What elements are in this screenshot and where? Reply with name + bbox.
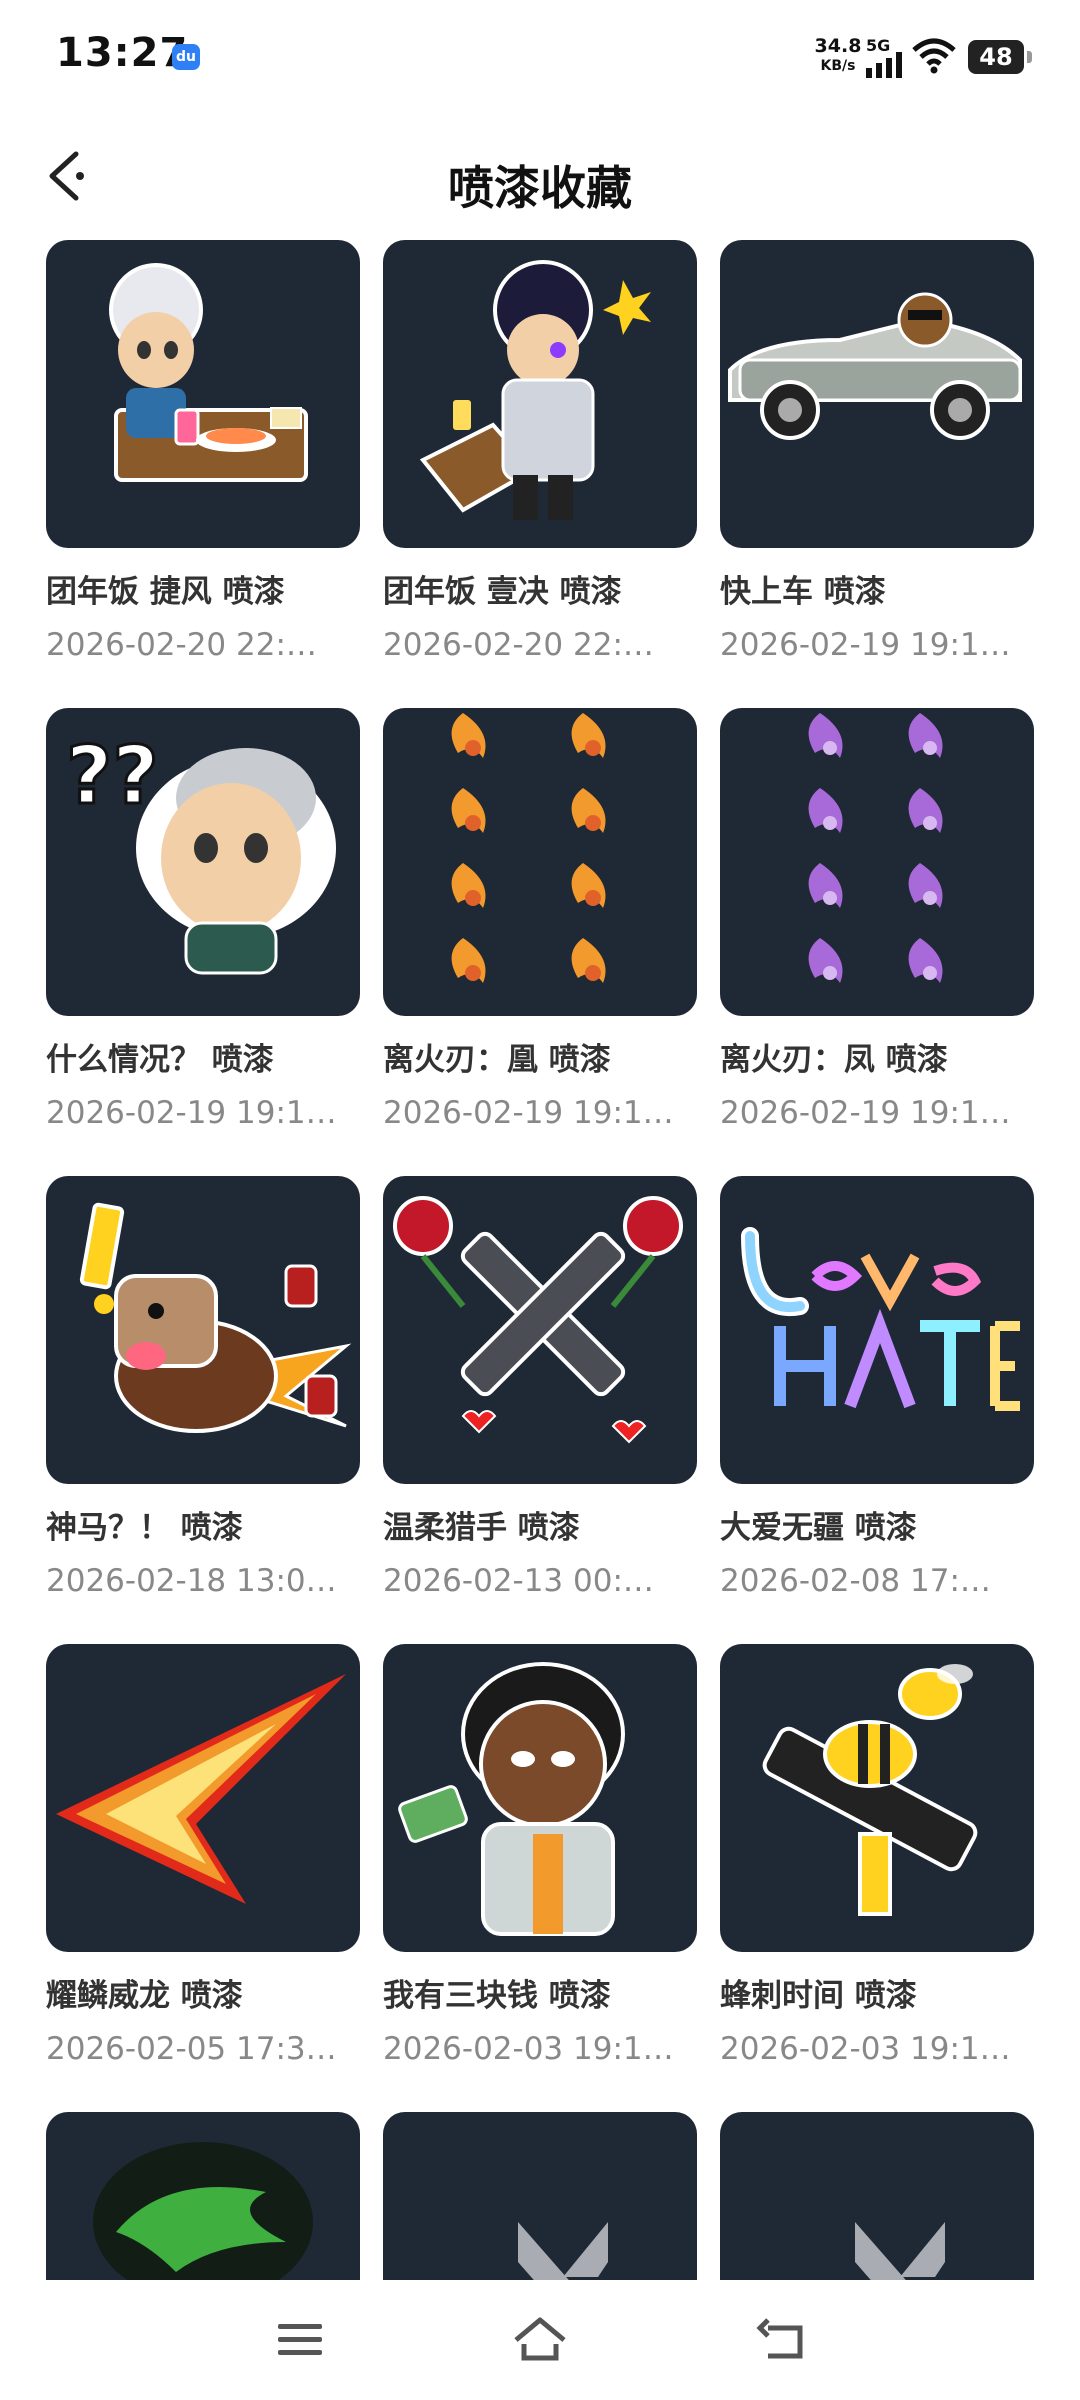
green-dragon-image — [93, 2142, 313, 2280]
spray-card[interactable]: 温柔猎手 喷漆 2026-02-13 00:… — [383, 1176, 697, 1599]
spray-thumbnail[interactable] — [383, 1644, 697, 1952]
spray-card[interactable] — [46, 2112, 360, 2280]
valorant-logo-image — [855, 2222, 945, 2280]
spray-card[interactable]: 离火刃：凰 喷漆 2026-02-19 19:1… — [383, 708, 697, 1131]
spray-card[interactable]: 蜂刺时间 喷漆 2026-02-03 19:1… — [720, 1644, 1034, 2067]
love-over-hate-image — [741, 1227, 1020, 1411]
spray-thumbnail[interactable] — [383, 2112, 697, 2280]
bear-in-car-image — [728, 292, 1022, 440]
spray-date: 2026-02-03 19:1… — [720, 2031, 1011, 2067]
spray-thumbnail[interactable] — [720, 1644, 1034, 1952]
fire-phoenix-pattern-image — [451, 713, 606, 983]
spray-thumbnail[interactable] — [720, 1176, 1034, 1484]
spray-thumbnail[interactable] — [720, 240, 1034, 548]
spray-thumbnail[interactable] — [46, 1176, 360, 1484]
spray-date: 2026-02-03 19:1… — [383, 2031, 674, 2067]
back-icon[interactable] — [752, 2310, 812, 2370]
flame-arrow-image — [56, 1674, 346, 1904]
spray-thumbnail[interactable] — [383, 240, 697, 548]
chibi-jett-eating-image — [109, 263, 308, 482]
spray-name: 我有三块钱 喷漆 — [383, 1978, 611, 2014]
crossed-revolvers-roses-image — [393, 1196, 683, 1444]
spray-name: 团年饭 壹决 喷漆 — [383, 574, 622, 610]
spray-name: 蜂刺时间 喷漆 — [720, 1978, 917, 2014]
spray-card[interactable]: 快上车 喷漆 2026-02-19 19:1… — [720, 240, 1034, 663]
bee-gun-image — [762, 1664, 978, 1916]
spray-card[interactable]: 我有三块钱 喷漆 2026-02-03 19:1… — [383, 1644, 697, 2067]
spray-grid: 团年饭 捷风 喷漆 2026-02-20 22:… 团年饭 壹决 喷漆 2026… — [0, 240, 1080, 2280]
spray-date: 2026-02-20 22:… — [46, 627, 317, 663]
spray-date: 2026-02-19 19:1… — [720, 627, 1011, 663]
spray-date: 2026-02-13 00:… — [383, 1563, 654, 1599]
spray-name: 离火刃：凤 喷漆 — [720, 1042, 948, 1078]
spray-thumbnail[interactable] — [720, 2112, 1034, 2280]
spray-name: 大爱无疆 喷漆 — [720, 1510, 917, 1546]
status-time: 13:27 — [56, 30, 189, 76]
spray-name: 快上车 喷漆 — [720, 574, 886, 610]
network-speed-value: 34.8 — [814, 35, 862, 57]
network-speed: 34.8 KB/s — [806, 36, 870, 76]
svg-text:??: ?? — [66, 729, 159, 822]
home-icon[interactable] — [510, 2310, 570, 2370]
header: 喷漆收藏 — [0, 110, 1080, 240]
spray-name: 离火刃：凰 喷漆 — [383, 1042, 611, 1078]
chibi-iso-eating-image — [419, 260, 651, 520]
spray-name: 神马？！ 喷漆 — [46, 1510, 243, 1546]
spray-card[interactable]: ?? 什么情况？ 喷漆 2026-02-19 19:1… — [46, 708, 360, 1131]
du-app-icon: du — [172, 44, 200, 70]
spray-thumbnail[interactable] — [46, 240, 360, 548]
spray-date: 2026-02-05 17:3… — [46, 2031, 337, 2067]
spray-date: 2026-02-18 13:0… — [46, 1563, 337, 1599]
spray-name: 什么情况？ 喷漆 — [46, 1042, 274, 1078]
signal-icon — [866, 52, 902, 78]
spray-name: 团年饭 捷风 喷漆 — [46, 574, 285, 610]
spray-card[interactable]: 大爱无疆 喷漆 2026-02-08 17:… — [720, 1176, 1034, 1599]
horse-explosion-image — [79, 1202, 352, 1433]
purple-phoenix-pattern-image — [808, 713, 943, 983]
system-nav-bar — [0, 2280, 1080, 2400]
spray-thumbnail[interactable] — [383, 1176, 697, 1484]
spray-thumbnail[interactable]: ?? — [46, 708, 360, 1016]
valorant-logo-image — [518, 2222, 608, 2280]
spray-card[interactable]: 耀鳞威龙 喷漆 2026-02-05 17:3… — [46, 1644, 360, 2067]
network-speed-unit: KB/s — [820, 58, 856, 74]
spray-card[interactable]: 离火刃：凤 喷漆 2026-02-19 19:1… — [720, 708, 1034, 1131]
spray-date: 2026-02-20 22:… — [383, 627, 654, 663]
menu-icon[interactable] — [270, 2310, 330, 2370]
spray-date: 2026-02-19 19:1… — [720, 1095, 1011, 1131]
page-title: 喷漆收藏 — [448, 161, 632, 215]
spray-thumbnail[interactable] — [46, 1644, 360, 1952]
spray-card[interactable]: 神马？！ 喷漆 2026-02-18 13:0… — [46, 1176, 360, 1599]
spray-name: 温柔猎手 喷漆 — [383, 1510, 580, 1546]
spray-date: 2026-02-08 17:… — [720, 1563, 991, 1599]
spray-card[interactable]: 团年饭 壹决 喷漆 2026-02-20 22:… — [383, 240, 697, 663]
agent-with-cash-image — [398, 1662, 625, 1936]
status-bar: 13:27 du 34.8 KB/s 5G 48 — [0, 0, 1080, 110]
spray-card[interactable]: 团年饭 捷风 喷漆 2026-02-20 22:… — [46, 240, 360, 663]
spray-card[interactable] — [383, 2112, 697, 2280]
wifi-icon — [912, 38, 956, 74]
spray-thumbnail[interactable] — [383, 708, 697, 1016]
spray-card[interactable] — [720, 2112, 1034, 2280]
spray-name: 耀鳞威龙 喷漆 — [46, 1978, 243, 2014]
spray-thumbnail[interactable] — [720, 708, 1034, 1016]
spray-date: 2026-02-19 19:1… — [46, 1095, 337, 1131]
spray-thumbnail[interactable] — [46, 2112, 360, 2280]
battery-icon: 48 — [968, 40, 1032, 74]
confused-agent-image: ?? — [65, 728, 336, 975]
spray-date: 2026-02-19 19:1… — [383, 1095, 674, 1131]
